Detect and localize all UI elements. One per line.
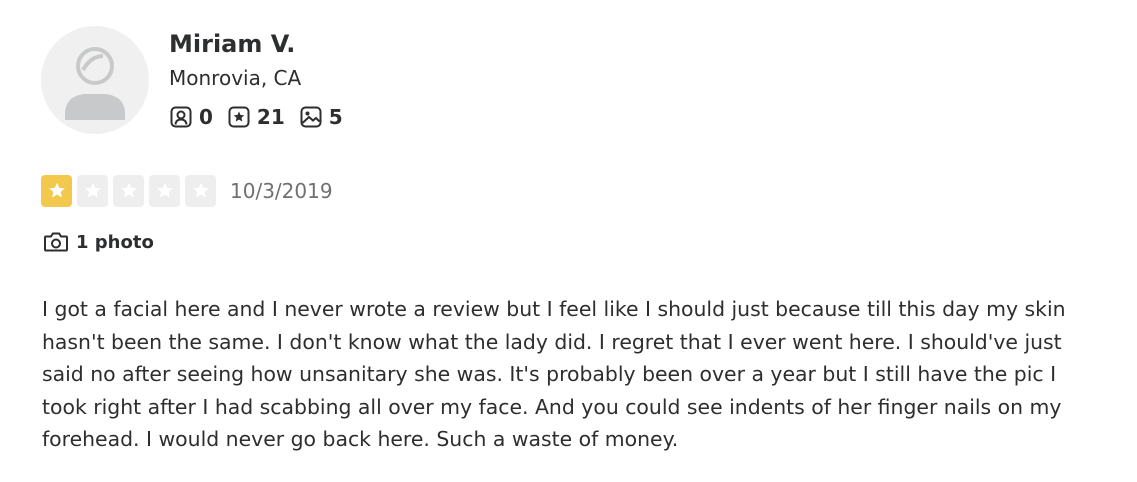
photo-icon	[299, 105, 323, 129]
camera-icon	[43, 230, 69, 254]
default-user-icon	[65, 47, 125, 120]
star-icon	[84, 182, 101, 198]
reviews-count: 21	[227, 105, 285, 129]
friends-count: 0	[169, 105, 213, 129]
reviewer-location: Monrovia, CA	[169, 66, 302, 90]
star-empty	[77, 175, 108, 207]
review-date: 10/3/2019	[230, 179, 333, 203]
friends-count-value: 0	[199, 105, 213, 129]
star-filled	[41, 175, 72, 207]
star-empty	[149, 175, 180, 207]
photos-count: 5	[299, 105, 343, 129]
star-icon	[156, 182, 173, 198]
reviews-count-value: 21	[256, 105, 285, 129]
rating-row: 10/3/2019	[41, 175, 333, 207]
star-rating	[41, 175, 221, 207]
photo-link[interactable]: 1 photo	[43, 230, 154, 254]
review-star-icon	[227, 105, 251, 129]
star-empty	[113, 175, 144, 207]
friends-icon	[169, 105, 193, 129]
review-text: I got a facial here and I never wrote a …	[42, 297, 1066, 451]
reviewer-stats: 0 21 5	[169, 104, 357, 130]
star-icon	[48, 182, 65, 198]
photos-count-value: 5	[328, 105, 343, 129]
avatar[interactable]	[41, 26, 149, 134]
photo-count-label: 1 photo	[76, 231, 154, 253]
user-info: Miriam V. Monrovia, CA 0 21 5	[169, 28, 357, 130]
star-empty	[185, 175, 216, 207]
reviewer-name[interactable]: Miriam V.	[169, 28, 357, 60]
star-icon	[120, 182, 137, 198]
star-icon	[192, 182, 209, 198]
